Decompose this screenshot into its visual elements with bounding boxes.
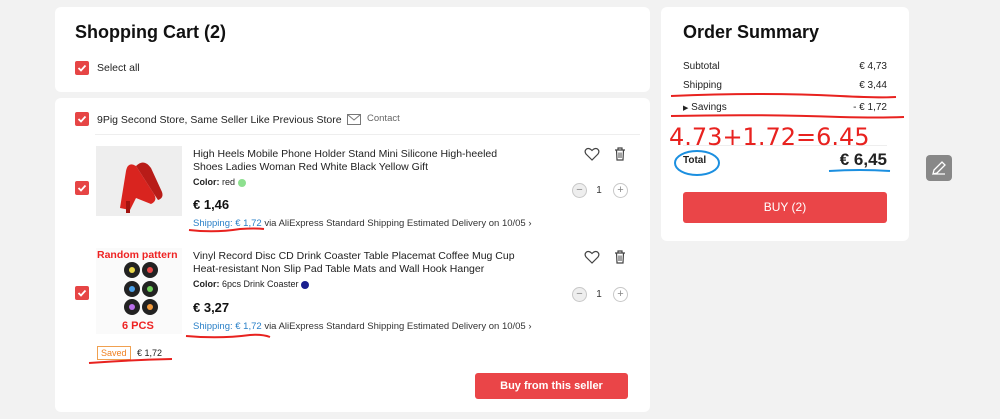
item-1-price: € 1,46 [193,197,230,212]
item-2-decrease-button[interactable]: − [572,287,587,302]
delivery-estimate: Estimated Delivery on 10/05 [406,321,526,332]
pencil-icon [932,161,946,175]
item-2-checkbox[interactable] [75,286,89,300]
edit-pencil-button[interactable] [926,155,952,181]
store-card: 9Pig Second Store, Same Seller Like Prev… [55,98,650,412]
buy-button[interactable]: BUY (2) [683,192,887,223]
shipping-method: via AliExpress Standard Shipping [264,218,405,229]
item-2-image-caption-bottom: 6 PCS [122,320,154,332]
order-summary-card: Order Summary Subtotal € 4,73 Shipping €… [661,7,909,241]
store-checkbox[interactable] [75,112,89,126]
shipping-method: via AliExpress Standard Shipping [264,321,405,332]
total-label: Total [683,155,707,166]
item-2-image-caption-top: Random pattern [97,249,178,261]
item-1-increase-button[interactable]: + [613,183,628,198]
select-all-checkbox[interactable] [75,61,89,75]
page-title: Shopping Cart (2) [75,22,226,42]
select-all-label: Select all [97,62,140,74]
total-value: € 6,45 [839,150,887,169]
shipping-label: Shipping [683,80,722,91]
item-2-shipping: Shipping: € 1,72 via AliExpress Standard… [193,321,532,332]
check-icon [77,64,87,72]
wishlist-heart-icon[interactable] [584,249,600,265]
item-2-title[interactable]: Vinyl Record Disc CD Drink Coaster Table… [193,250,523,276]
item-2-price: € 3,27 [193,300,230,315]
trash-icon[interactable] [612,146,628,162]
contact-link[interactable]: Contact [367,113,400,124]
saved-badge: Saved [97,346,131,360]
check-icon [77,184,87,192]
savings-toggle[interactable]: ▶ Savings [683,102,727,113]
subtotal-value: € 4,73 [859,61,887,72]
savings-value: - € 1,72 [853,102,887,113]
shipping-value: € 3,44 [859,80,887,91]
item-1-quantity[interactable]: 1 [593,185,605,196]
delivery-estimate: Estimated Delivery on 10/05 [406,218,526,229]
color-label: Color: [193,177,220,187]
buy-from-seller-button[interactable]: Buy from this seller [475,373,628,399]
check-icon [77,289,87,297]
item-1-color: Color: red [193,177,246,187]
item-2-quantity[interactable]: 1 [593,289,605,300]
savings-label: Savings [691,102,727,113]
store-name-link[interactable]: 9Pig Second Store, Same Seller Like Prev… [97,114,342,126]
divider [683,145,887,146]
trash-icon[interactable] [612,249,628,265]
item-2-increase-button[interactable]: + [613,287,628,302]
shipping-link[interactable]: Shipping: € 1,72 [193,321,262,332]
color-swatch [301,280,310,289]
color-value: 6pcs Drink Coaster [222,279,299,289]
item-1-checkbox[interactable] [75,181,89,195]
item-1-image[interactable] [96,146,182,216]
shipping-link[interactable]: Shipping: € 1,72 [193,218,262,229]
mail-icon[interactable] [347,112,361,125]
color-label: Color: [193,279,220,289]
subtotal-label: Subtotal [683,61,720,72]
color-swatch [237,178,246,187]
wishlist-heart-icon[interactable] [584,146,600,162]
item-1-decrease-button[interactable]: − [572,183,587,198]
item-1-title[interactable]: High Heels Mobile Phone Holder Stand Min… [193,148,523,174]
caret-right-icon: ▶ [683,105,689,112]
chevron-right-icon[interactable]: › [528,218,531,229]
saved-amount: € 1,72 [137,348,163,358]
chevron-right-icon[interactable]: › [528,321,531,332]
color-value: red [222,177,236,187]
item-2-color: Color: 6pcs Drink Coaster [193,279,310,289]
item-1-shipping: Shipping: € 1,72 via AliExpress Standard… [193,218,532,229]
cart-header-card: Shopping Cart (2) Select all [55,7,650,92]
check-icon [77,115,87,123]
divider [95,134,640,135]
summary-title: Order Summary [683,22,820,42]
